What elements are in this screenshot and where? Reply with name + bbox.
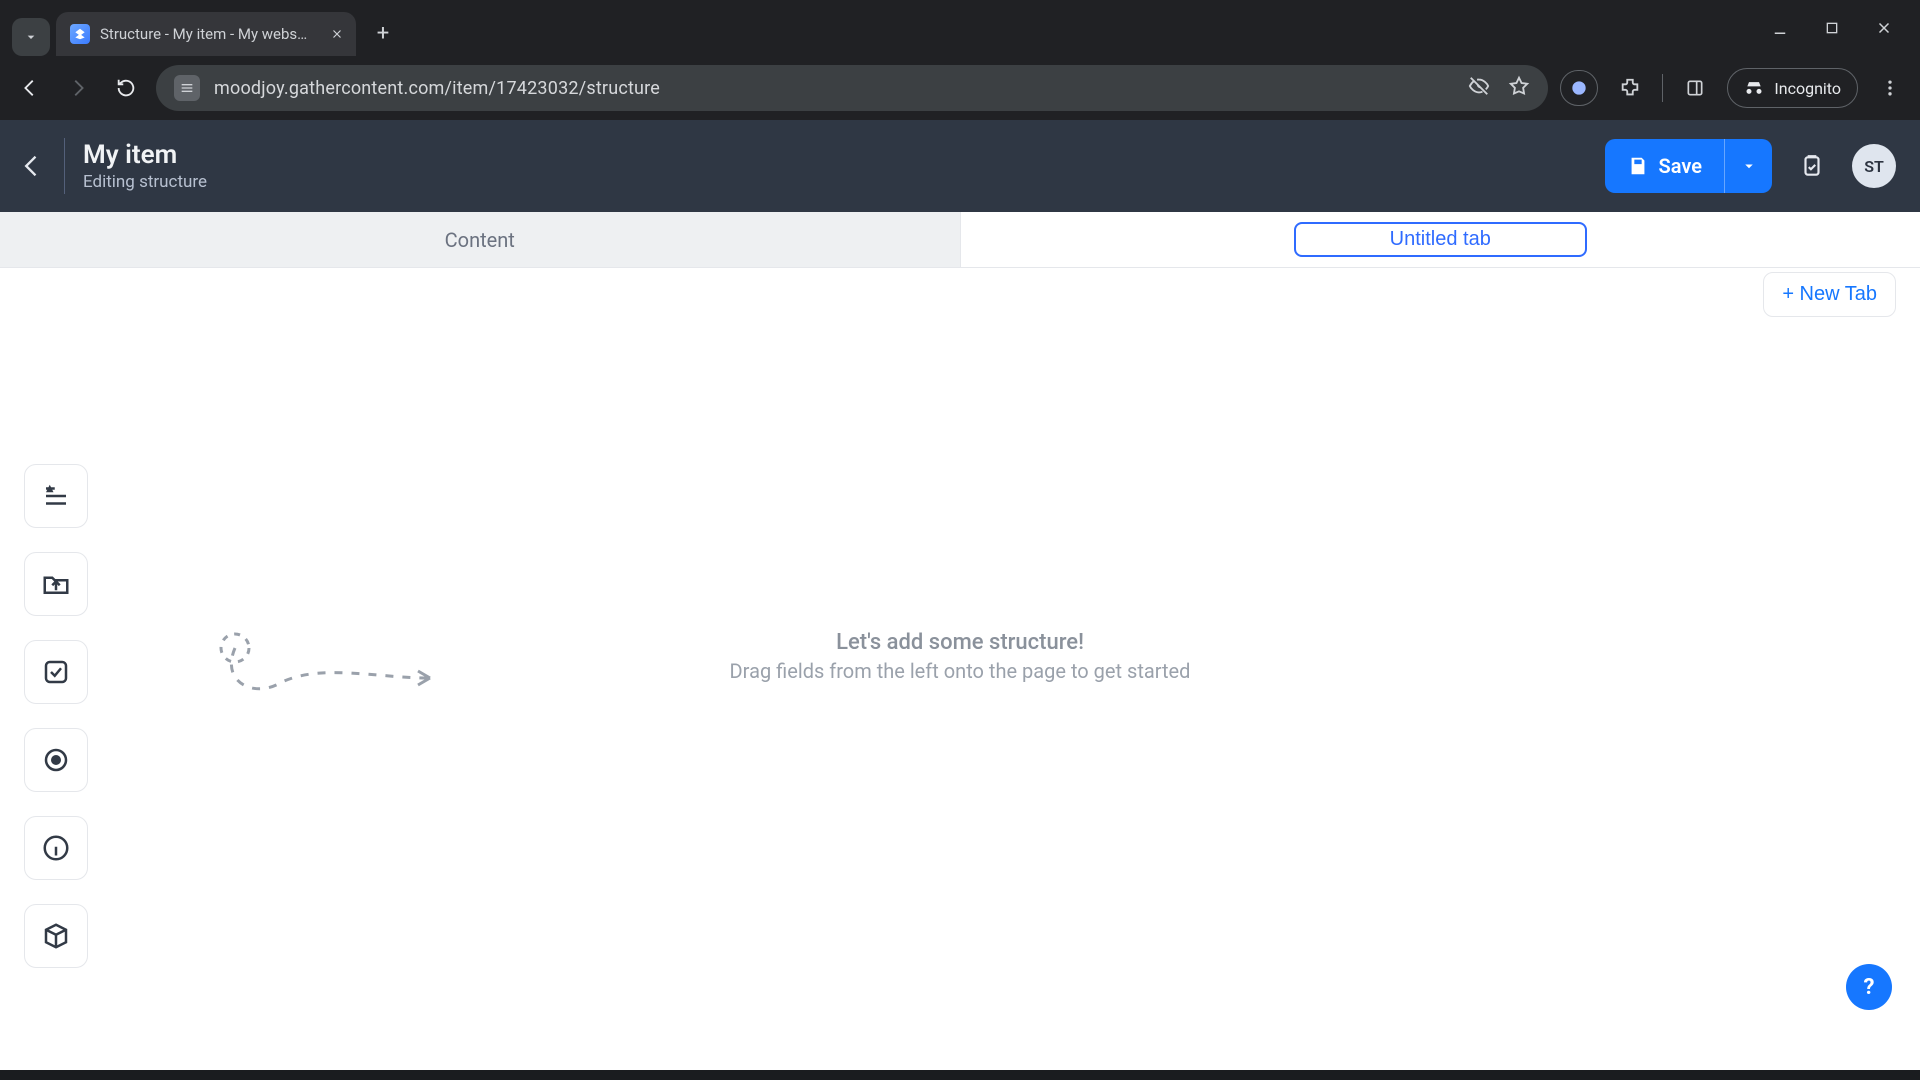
tab-rename-input[interactable] [1294,222,1587,257]
close-icon [1875,19,1893,37]
toolbar-right-cluster: Incognito [1560,68,1908,108]
save-icon [1627,155,1649,177]
new-tab-label: + New Tab [1782,283,1877,305]
help-button[interactable]: ? [1846,964,1892,1010]
tab-close-button[interactable] [328,25,346,43]
os-taskbar[interactable] [0,1070,1920,1080]
save-dropdown-button[interactable] [1724,139,1772,193]
structure-tabs: Content [0,212,1920,268]
chevron-down-icon [23,29,39,45]
address-bar[interactable]: moodjoy.gathercontent.com/item/17423032/… [156,65,1548,111]
incognito-icon [1744,78,1764,98]
browser-tab[interactable]: Structure - My item - My webs… [56,12,356,56]
toolbar-divider [1662,74,1663,102]
maximize-icon [1824,20,1840,36]
extensions-button[interactable] [1612,70,1648,106]
nav-reload-button[interactable] [108,70,144,106]
sidepanel-button[interactable] [1677,70,1713,106]
chevron-left-icon [18,152,46,180]
new-tab-container: + New Tab [1763,272,1896,317]
window-close-button[interactable] [1872,16,1896,40]
tab-content[interactable]: Content [0,212,960,267]
browser-toolbar: moodjoy.gathercontent.com/item/17423032/… [0,56,1920,120]
tab-content-label: Content [445,228,515,252]
app-header: My item Editing structure Save ST [0,120,1920,212]
header-actions: Save ST [1605,139,1920,193]
hint-arrow-icon [200,628,460,718]
browser-tab-strip: Structure - My item - My webs… + [0,0,400,56]
browser-chrome: Structure - My item - My webs… + moodjoy… [0,0,1920,120]
favicon-icon [70,24,90,44]
new-browser-tab-button[interactable]: + [366,16,400,50]
empty-state-title: Let's add some structure! [730,630,1191,655]
browser-titlebar: Structure - My item - My webs… + [0,0,1920,56]
user-avatar[interactable]: ST [1852,144,1896,188]
tab-search-button[interactable] [12,18,50,56]
window-maximize-button[interactable] [1820,16,1844,40]
save-button-group: Save [1605,139,1772,193]
profile-chip[interactable] [1560,70,1598,106]
tab-untitled[interactable] [961,212,1920,267]
help-label: ? [1864,975,1875,1000]
nav-forward-button[interactable] [60,70,96,106]
close-icon [330,27,344,41]
clipboard-check-icon [1799,153,1825,179]
page-subtitle: Editing structure [83,172,207,192]
visibility-off-icon[interactable] [1468,75,1490,101]
window-controls [1768,0,1920,56]
back-button[interactable] [0,152,64,180]
new-tab-button[interactable]: + New Tab [1763,272,1896,317]
apply-template-button[interactable] [1790,144,1834,188]
incognito-label: Incognito [1774,79,1841,98]
page-title: My item [83,140,207,170]
empty-state: Let's add some structure! Drag fields fr… [730,630,1191,683]
site-settings-icon[interactable] [174,75,200,101]
nav-back-button[interactable] [12,70,48,106]
avatar-initials: ST [1864,157,1884,176]
browser-menu-button[interactable] [1872,70,1908,106]
minimize-icon [1771,19,1789,37]
puzzle-icon [1619,77,1641,99]
header-divider [64,138,65,194]
address-bar-url: moodjoy.gathercontent.com/item/17423032/… [214,78,660,99]
empty-state-subtitle: Drag fields from the left onto the page … [730,659,1191,683]
bookmark-star-icon[interactable] [1508,75,1530,101]
chevron-down-icon [1740,157,1758,175]
incognito-indicator[interactable]: Incognito [1727,68,1858,108]
sidepanel-icon [1685,78,1705,98]
arrow-left-icon [19,77,41,99]
browser-tab-title: Structure - My item - My webs… [100,25,318,43]
header-titles: My item Editing structure [83,140,207,192]
arrow-right-icon [67,77,89,99]
kebab-icon [1880,78,1900,98]
window-minimize-button[interactable] [1768,16,1792,40]
reload-icon [115,77,137,99]
save-button[interactable]: Save [1605,139,1724,193]
save-label: Save [1659,154,1702,178]
